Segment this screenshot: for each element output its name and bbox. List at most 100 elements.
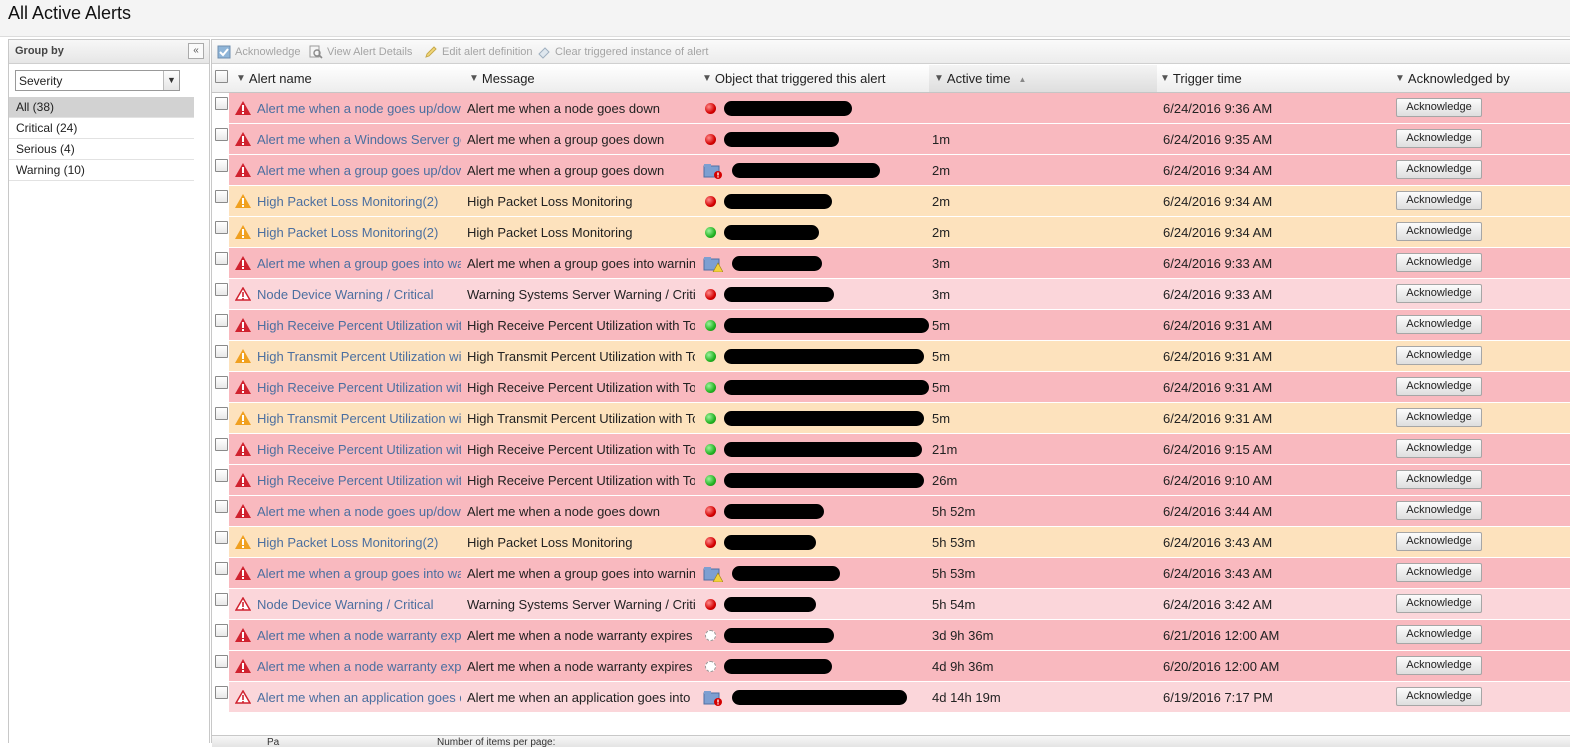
filter-icon[interactable]: ▼ xyxy=(1160,73,1170,84)
filter-icon[interactable]: ▼ xyxy=(236,73,246,84)
alert-name-link[interactable]: High Transmit Percent Utilization with T… xyxy=(257,411,461,426)
acknowledge-button[interactable]: Acknowledge xyxy=(1396,687,1482,706)
object-status-cell[interactable] xyxy=(703,155,729,185)
alert-name-link[interactable]: High Receive Percent Utilization with To… xyxy=(257,442,461,457)
alert-name-link[interactable]: Alert me when an application goes down xyxy=(257,690,461,705)
alert-row[interactable]: High Packet Loss Monitoring(2) High Packe… xyxy=(212,217,1570,248)
row-checkbox[interactable] xyxy=(215,531,228,544)
acknowledge-button[interactable]: Acknowledge xyxy=(1396,191,1482,210)
column-header-active-time[interactable]: ▼ Active time ▲ xyxy=(929,65,1157,92)
acknowledge-button[interactable]: Acknowledge xyxy=(1396,408,1482,427)
acknowledge-button[interactable]: Acknowledge xyxy=(1396,253,1482,272)
acknowledge-button[interactable]: Acknowledge xyxy=(1396,532,1482,551)
alert-name-link[interactable]: High Receive Percent Utilization with To… xyxy=(257,473,461,488)
alert-row[interactable]: High Receive Percent Utilization with To… xyxy=(212,310,1570,341)
column-header-message[interactable]: ▼ Message xyxy=(469,65,699,92)
alert-name-link[interactable]: Alert me when a group goes into warning xyxy=(257,566,461,581)
collapse-panel-button[interactable]: « xyxy=(188,43,204,59)
row-checkbox[interactable] xyxy=(215,655,228,668)
alert-row[interactable]: High Receive Percent Utilization with To… xyxy=(212,465,1570,496)
edit-alert-definition-button[interactable]: Edit alert definition xyxy=(424,44,533,60)
group-by-select[interactable]: Severity ▼ xyxy=(15,70,180,91)
row-checkbox[interactable] xyxy=(215,314,228,327)
alert-row[interactable]: Alert me when a node goes up/down Alert m… xyxy=(212,496,1570,527)
view-alert-details-button[interactable]: View Alert Details xyxy=(309,44,412,60)
acknowledge-button[interactable]: Acknowledge xyxy=(1396,625,1482,644)
alert-row[interactable]: Alert me when a group goes into warning A… xyxy=(212,558,1570,589)
row-checkbox[interactable] xyxy=(215,438,228,451)
group-item[interactable]: Warning (10) xyxy=(9,160,194,181)
acknowledge-button[interactable]: Acknowledge xyxy=(1396,439,1482,458)
alert-row[interactable]: High Transmit Percent Utilization with T… xyxy=(212,341,1570,372)
alert-name-link[interactable]: Alert me when a node goes up/down xyxy=(257,101,461,116)
acknowledge-button[interactable]: Acknowledge xyxy=(1396,377,1482,396)
alert-row[interactable]: Alert me when a group goes into warning A… xyxy=(212,248,1570,279)
object-status-cell[interactable] xyxy=(703,558,729,588)
alert-row[interactable]: High Packet Loss Monitoring(2) High Packe… xyxy=(212,186,1570,217)
alert-row[interactable]: Node Device Warning / Critical Warning Sy… xyxy=(212,589,1570,620)
filter-icon[interactable]: ▼ xyxy=(469,73,479,84)
alert-name-link[interactable]: Alert me when a group goes into warning xyxy=(257,256,461,271)
alert-row[interactable]: Node Device Warning / Critical Warning Sy… xyxy=(212,279,1570,310)
acknowledge-button[interactable]: Acknowledge xyxy=(1396,594,1482,613)
row-checkbox[interactable] xyxy=(215,624,228,637)
alert-name-link[interactable]: Alert me when a node warranty expires xyxy=(257,628,461,643)
acknowledge-button[interactable]: Acknowledge xyxy=(1396,222,1482,241)
alert-name-link[interactable]: Alert me when a group goes up/down xyxy=(257,163,461,178)
group-item[interactable]: Serious (4) xyxy=(9,139,194,160)
acknowledge-button[interactable]: Acknowledge xyxy=(1396,98,1482,117)
acknowledge-button[interactable]: Acknowledge xyxy=(1396,563,1482,582)
alert-row[interactable]: Alert me when a node warranty expires Ale… xyxy=(212,651,1570,682)
alert-name-link[interactable]: Alert me when a node warranty expires xyxy=(257,659,461,674)
row-checkbox[interactable] xyxy=(215,500,228,513)
alert-name-link[interactable]: Alert me when a node goes up/down xyxy=(257,504,461,519)
row-checkbox[interactable] xyxy=(215,593,228,606)
row-checkbox[interactable] xyxy=(215,159,228,172)
alert-row[interactable]: Alert me when a group goes up/down Alert … xyxy=(212,155,1570,186)
filter-icon[interactable]: ▼ xyxy=(1395,73,1405,84)
row-checkbox[interactable] xyxy=(215,407,228,420)
acknowledge-button[interactable]: Acknowledge xyxy=(1396,656,1482,675)
acknowledge-button[interactable]: Acknowledge xyxy=(1396,501,1482,520)
alert-row[interactable]: Alert me when a Windows Server goes down… xyxy=(212,124,1570,155)
row-checkbox[interactable] xyxy=(215,562,228,575)
row-checkbox[interactable] xyxy=(215,345,228,358)
row-checkbox[interactable] xyxy=(215,221,228,234)
chevron-down-icon[interactable]: ▼ xyxy=(163,71,179,90)
acknowledge-button[interactable]: Acknowledge xyxy=(1396,315,1482,334)
alert-name-link[interactable]: High Receive Percent Utilization with To… xyxy=(257,318,461,333)
alert-row[interactable]: Alert me when a node warranty expires Ale… xyxy=(212,620,1570,651)
row-checkbox[interactable] xyxy=(215,97,228,110)
acknowledge-button[interactable]: Acknowledge xyxy=(1396,129,1482,148)
select-all-checkbox[interactable] xyxy=(215,70,228,83)
alert-name-link[interactable]: High Packet Loss Monitoring(2) xyxy=(257,535,438,550)
alert-name-link[interactable]: High Packet Loss Monitoring(2) xyxy=(257,194,438,209)
alert-name-link[interactable]: High Receive Percent Utilization with To… xyxy=(257,380,461,395)
filter-icon[interactable]: ▼ xyxy=(934,73,944,84)
clear-triggered-instance-button[interactable]: Clear triggered instance of alert xyxy=(537,44,708,60)
alert-name-link[interactable]: High Packet Loss Monitoring(2) xyxy=(257,225,438,240)
object-status-cell[interactable] xyxy=(703,682,729,712)
alert-row[interactable]: High Transmit Percent Utilization with T… xyxy=(212,403,1570,434)
alert-name-link[interactable]: Node Device Warning / Critical xyxy=(257,597,434,612)
group-item[interactable]: Critical (24) xyxy=(9,118,194,139)
row-checkbox[interactable] xyxy=(215,190,228,203)
column-header-object[interactable]: ▼ Object that triggered this alert xyxy=(702,65,927,92)
column-header-trigger-time[interactable]: ▼ Trigger time xyxy=(1160,65,1390,92)
object-status-cell[interactable] xyxy=(703,248,729,278)
acknowledge-button[interactable]: Acknowledge xyxy=(1396,346,1482,365)
acknowledge-button[interactable]: Acknowledge xyxy=(1396,160,1482,179)
row-checkbox[interactable] xyxy=(215,469,228,482)
alert-row[interactable]: Alert me when an application goes down Al… xyxy=(212,682,1570,713)
acknowledge-button[interactable]: Acknowledge xyxy=(1396,284,1482,303)
alert-name-link[interactable]: High Transmit Percent Utilization with T… xyxy=(257,349,461,364)
alert-name-link[interactable]: Alert me when a Windows Server goes down xyxy=(257,132,461,147)
alert-name-link[interactable]: Node Device Warning / Critical xyxy=(257,287,434,302)
filter-icon[interactable]: ▼ xyxy=(702,73,712,84)
acknowledge-button[interactable]: Acknowledge xyxy=(1396,470,1482,489)
acknowledge-toolbar-button[interactable]: Acknowledge xyxy=(217,44,300,60)
row-checkbox[interactable] xyxy=(215,376,228,389)
row-checkbox[interactable] xyxy=(215,128,228,141)
group-item[interactable]: All (38) xyxy=(9,97,194,118)
row-checkbox[interactable] xyxy=(215,686,228,699)
